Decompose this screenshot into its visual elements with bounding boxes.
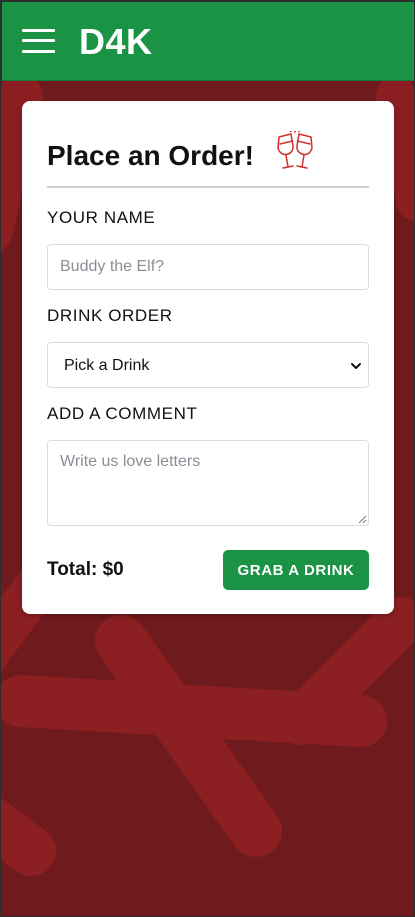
drink-select[interactable]: Pick a Drink: [47, 342, 369, 388]
order-total: Total: $0: [47, 559, 124, 580]
name-label: YOUR NAME: [47, 208, 156, 227]
app-frame: D4K Place an Order! YOUR NAME DRINK ORDE…: [0, 0, 415, 917]
clinking-glasses-icon: [277, 131, 313, 169]
page-title: Place an Order!: [47, 140, 254, 171]
chevron-down-icon: [351, 363, 361, 369]
brand-logo-text[interactable]: D4K: [79, 20, 153, 64]
grab-a-drink-button[interactable]: GRAB A DRINK: [223, 550, 369, 590]
drink-select-value: Pick a Drink: [64, 357, 150, 374]
drink-order-label: DRINK ORDER: [47, 306, 173, 325]
comment-textarea[interactable]: [47, 440, 369, 526]
comment-label: ADD A COMMENT: [47, 404, 198, 423]
title-divider: [47, 186, 369, 188]
resize-grip-icon[interactable]: [358, 515, 367, 524]
hamburger-menu-icon[interactable]: [22, 29, 55, 53]
name-input[interactable]: [47, 244, 369, 290]
order-form-card: Place an Order! YOUR NAME DRINK ORDER Pi…: [22, 101, 394, 614]
top-navbar: D4K: [1, 1, 414, 81]
